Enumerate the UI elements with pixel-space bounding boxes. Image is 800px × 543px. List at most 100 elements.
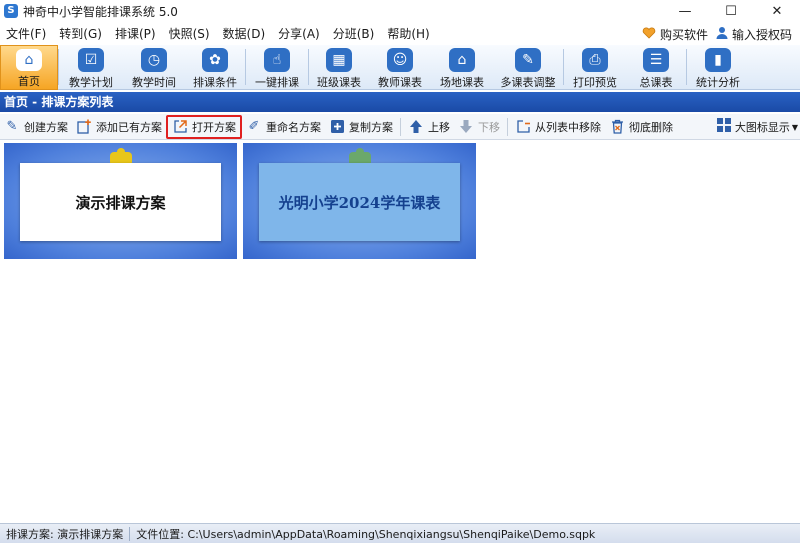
ribbon-label: 教师课表 xyxy=(378,76,422,89)
ribbon-toolbar: ⌂ 首页 ☑ 教学计划 ◷ 教学时间 ✿ 排课条件 ☝ 一键排课 ▦ 班级课表 … xyxy=(0,45,800,90)
rename-scheme-button[interactable]: ✐ 重命名方案 xyxy=(242,115,325,139)
status-file-value: C:\Users\admin\AppData\Roaming\Shenqixia… xyxy=(187,527,596,541)
view-mode-label: 大图标显示 xyxy=(734,121,790,134)
window-title: 神奇中小学智能排课系统 5.0 xyxy=(23,4,178,19)
scheme-list: 演示排课方案 光明小学2024学年课表 xyxy=(0,141,800,521)
copy-icon xyxy=(329,119,345,135)
menu-right-actions: 购买软件 输入授权码 xyxy=(642,23,800,45)
menu-data[interactable]: 数据(D) xyxy=(217,23,273,45)
status-scheme-label: 排课方案: xyxy=(6,527,54,541)
ribbon-label: 首页 xyxy=(18,75,40,88)
delete-permanently-button[interactable]: 彻底删除 xyxy=(605,115,677,139)
status-bar: 排课方案: 演示排课方案 文件位置: C:\Users\admin\AppDat… xyxy=(0,523,800,543)
add-existing-scheme-label: 添加已有方案 xyxy=(96,120,162,134)
heart-icon xyxy=(642,27,656,42)
ribbon-venue-schedule-button[interactable]: ⌂ 场地课表 xyxy=(431,45,493,90)
open-scheme-button[interactable]: 打开方案 xyxy=(166,114,242,139)
enter-license-label: 输入授权码 xyxy=(731,27,792,42)
pencil-icon: ✎ xyxy=(6,119,18,134)
ribbon-multi-adjust-button[interactable]: ✎ 多课表调整 xyxy=(493,45,563,90)
grid-icon xyxy=(716,118,731,136)
remove-icon xyxy=(515,119,531,135)
ribbon-teaching-plan-button[interactable]: ☑ 教学计划 xyxy=(59,45,123,90)
scheme-card-title: 演示排课方案 xyxy=(20,163,221,241)
add-existing-scheme-button[interactable]: 添加已有方案 xyxy=(72,115,166,139)
ribbon-label: 排课条件 xyxy=(193,76,237,89)
clock-icon: ◷ xyxy=(141,48,167,72)
breadcrumb: 首页 - 排课方案列表 xyxy=(0,92,800,112)
menu-snapshot[interactable]: 快照(S) xyxy=(163,23,217,45)
menu-schedule[interactable]: 排课(P) xyxy=(109,23,163,45)
menu-help[interactable]: 帮助(H) xyxy=(381,23,436,45)
close-button[interactable]: ✕ xyxy=(754,0,800,22)
master-schedule-icon: ☰ xyxy=(643,48,669,72)
ribbon-one-click-button[interactable]: ☝ 一键排课 xyxy=(246,45,308,90)
user-icon xyxy=(716,26,728,42)
copy-scheme-button[interactable]: 复制方案 xyxy=(325,115,397,139)
multi-adjust-icon: ✎ xyxy=(515,48,541,72)
scheme-card-guangming[interactable]: 光明小学2024学年课表 xyxy=(243,143,476,259)
move-down-label: 下移 xyxy=(478,120,500,134)
status-file-label: 文件位置: xyxy=(136,527,184,541)
one-click-icon: ☝ xyxy=(264,48,290,72)
ribbon-label: 场地课表 xyxy=(440,76,484,89)
arrow-up-icon xyxy=(408,119,424,135)
ribbon-label: 教学计划 xyxy=(69,76,113,89)
scheme-card-title: 光明小学2024学年课表 xyxy=(259,163,460,241)
ribbon-label: 一键排课 xyxy=(255,76,299,89)
open-external-icon xyxy=(172,119,188,135)
copy-scheme-label: 复制方案 xyxy=(349,120,393,134)
stats-icon: ▮ xyxy=(705,48,731,72)
ribbon-label: 总课表 xyxy=(639,76,673,89)
ribbon-teaching-time-button[interactable]: ◷ 教学时间 xyxy=(123,45,185,90)
open-scheme-label: 打开方案 xyxy=(192,120,236,134)
menu-share[interactable]: 分享(A) xyxy=(272,23,327,45)
print-icon: ⎙ xyxy=(582,48,608,72)
scheme-card-demo[interactable]: 演示排课方案 xyxy=(4,143,237,259)
venue-schedule-icon: ⌂ xyxy=(449,48,475,72)
ribbon-teacher-schedule-button[interactable]: ☺ 教师课表 xyxy=(369,45,431,90)
status-scheme-value: 演示排课方案 xyxy=(57,527,124,541)
move-up-button[interactable]: 上移 xyxy=(404,115,454,139)
title-bar: S 神奇中小学智能排课系统 5.0 — ☐ ✕ xyxy=(0,0,800,22)
rename-icon: ✐ xyxy=(248,119,260,134)
create-scheme-button[interactable]: ✎ 创建方案 xyxy=(0,115,72,139)
ribbon-label: 教学时间 xyxy=(132,76,176,89)
create-scheme-label: 创建方案 xyxy=(24,120,68,134)
ribbon-label: 打印预览 xyxy=(573,76,617,89)
ribbon-master-schedule-button[interactable]: ☰ 总课表 xyxy=(626,45,686,90)
toolbar-separator xyxy=(400,117,401,136)
arrow-down-icon xyxy=(458,119,474,135)
toolbar-separator xyxy=(507,117,508,136)
ribbon-print-preview-button[interactable]: ⎙ 打印预览 xyxy=(564,45,626,90)
move-up-label: 上移 xyxy=(428,120,450,134)
window-controls: — ☐ ✕ xyxy=(662,0,800,22)
delete-permanently-label: 彻底删除 xyxy=(629,120,673,134)
move-down-button[interactable]: 下移 xyxy=(454,115,504,139)
ribbon-home-button[interactable]: ⌂ 首页 xyxy=(0,45,58,90)
rename-scheme-label: 重命名方案 xyxy=(266,120,321,134)
ribbon-class-schedule-button[interactable]: ▦ 班级课表 xyxy=(309,45,369,90)
enter-license-button[interactable]: 输入授权码 xyxy=(716,26,792,43)
class-schedule-icon: ▦ xyxy=(326,48,352,72)
ribbon-conditions-button[interactable]: ✿ 排课条件 xyxy=(185,45,245,90)
menu-goto[interactable]: 转到(G) xyxy=(53,23,109,45)
menu-file[interactable]: 文件(F) xyxy=(0,23,53,45)
minimize-button[interactable]: — xyxy=(662,0,708,22)
maximize-button[interactable]: ☐ xyxy=(708,0,754,22)
trash-icon xyxy=(609,119,625,135)
buy-software-label: 购买软件 xyxy=(659,27,708,42)
scheme-toolbar: ✎ 创建方案 添加已有方案 打开方案 ✐ 重命名方案 复制方案 上移 下移 从列… xyxy=(0,114,800,140)
remove-from-list-button[interactable]: 从列表中移除 xyxy=(511,115,605,139)
chevron-down-icon: ▼ xyxy=(791,122,798,132)
buy-software-button[interactable]: 购买软件 xyxy=(642,26,708,43)
ribbon-stats-button[interactable]: ▮ 统计分析 xyxy=(687,45,749,90)
ribbon-label: 统计分析 xyxy=(696,76,740,89)
conditions-icon: ✿ xyxy=(202,48,228,72)
add-icon xyxy=(76,119,92,135)
ribbon-label: 班级课表 xyxy=(317,76,361,89)
menu-class-division[interactable]: 分班(B) xyxy=(327,23,382,45)
view-mode-dropdown[interactable]: 大图标显示 ▼ xyxy=(716,114,798,140)
status-scheme: 排课方案: 演示排课方案 xyxy=(0,526,129,542)
home-icon: ⌂ xyxy=(16,49,42,71)
